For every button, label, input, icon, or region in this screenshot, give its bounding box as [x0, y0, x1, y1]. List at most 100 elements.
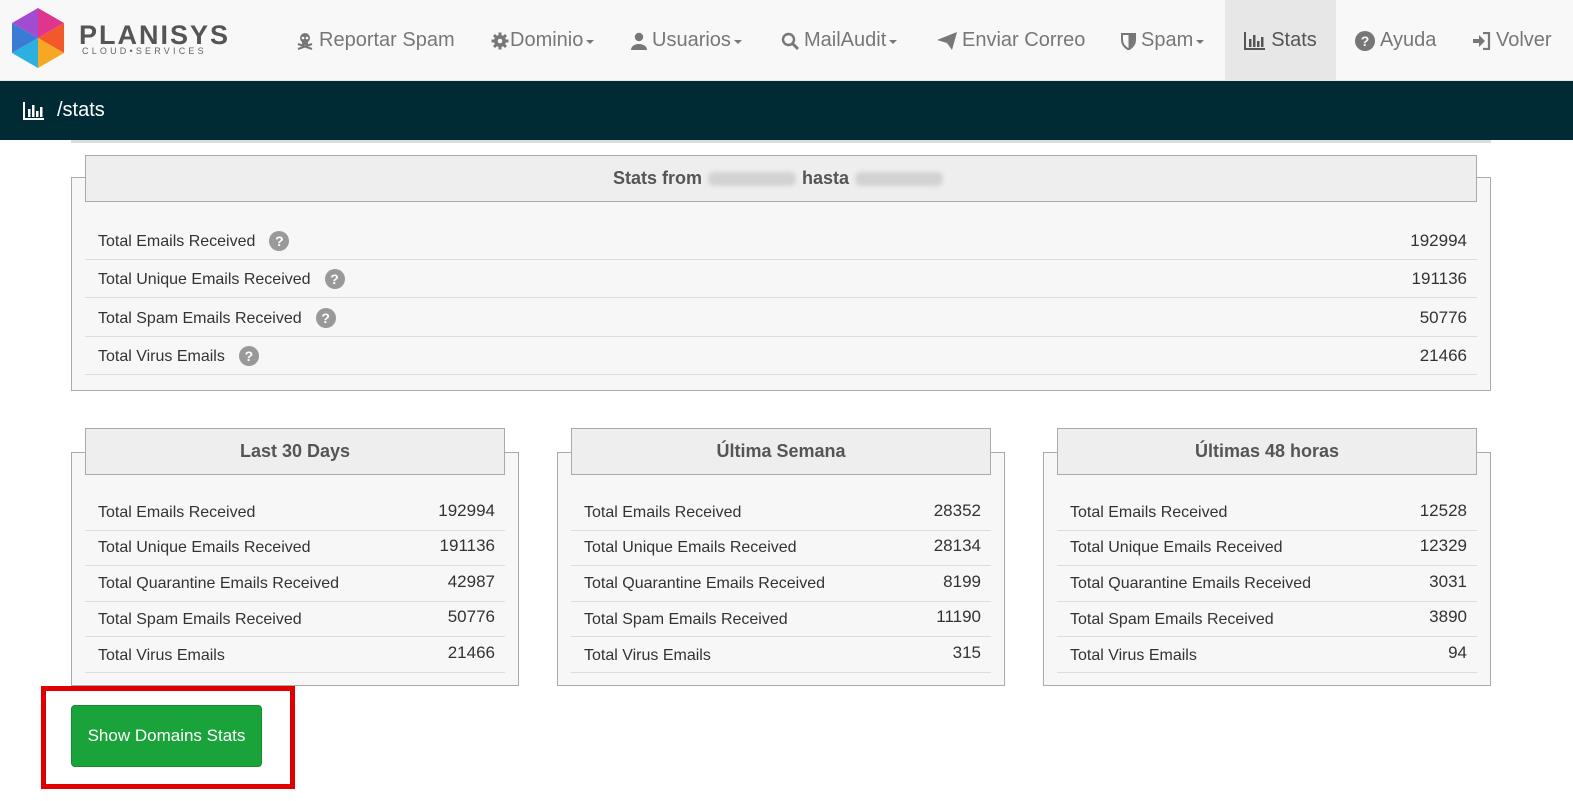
- stat-value: 192994: [1410, 231, 1467, 250]
- shield-icon: [1121, 32, 1136, 50]
- nav-spam-label: Spam: [1141, 29, 1194, 51]
- svg-text:?: ?: [1361, 33, 1370, 49]
- chevron-down-icon: [1196, 39, 1205, 44]
- stat-label: Total Spam Emails Received: [98, 611, 302, 628]
- stat-label: Total Emails Received: [98, 233, 256, 251]
- stat-value: 21466: [1419, 346, 1467, 365]
- nav-enviar-correo[interactable]: Enviar Correo: [937, 0, 1085, 81]
- stat-label: Total Virus Emails: [98, 647, 225, 664]
- stat-label: Total Spam Emails Received: [98, 310, 302, 328]
- stat-row: Total Spam Emails Received 3890: [1057, 602, 1477, 637]
- help-icon[interactable]: ?: [269, 231, 290, 251]
- user-icon: [631, 32, 647, 50]
- stat-row: Total Emails Received 12528: [1057, 495, 1477, 531]
- stat-label: Total Emails Received: [98, 504, 256, 521]
- stat-value: 3890: [1429, 607, 1467, 626]
- stat-value: 94: [1448, 643, 1467, 662]
- stat-row: Total Virus Emails 315: [571, 637, 991, 673]
- stat-row: Total Spam Emails Received? 50776: [85, 298, 1477, 337]
- stat-value: 191136: [1411, 269, 1467, 288]
- stat-value: 12329: [1419, 536, 1467, 555]
- chevron-down-icon: [733, 39, 742, 44]
- stat-row: Total Emails Received? 192994: [85, 222, 1477, 260]
- redacted-end-date: [855, 171, 944, 186]
- stat-row: Total Unique Emails Received 28134: [571, 531, 991, 566]
- stat-row: Total Unique Emails Received 191136: [85, 531, 505, 566]
- stat-row: Total Unique Emails Received 12329: [1057, 531, 1477, 566]
- nav-reportar-spam[interactable]: Reportar Spam: [296, 0, 455, 81]
- brand-tagline: CLOUD•SERVICES: [82, 46, 207, 56]
- help-icon[interactable]: ?: [315, 308, 336, 328]
- hexagon-logo-icon: [12, 8, 64, 68]
- nav-mailaudit[interactable]: MailAudit: [781, 0, 898, 81]
- nav-volver[interactable]: Volver: [1472, 0, 1552, 81]
- divider: [71, 140, 1491, 143]
- ultimas-48-horas-title: Últimas 48 horas: [1057, 428, 1477, 475]
- page-header-bar: /stats: [0, 81, 1573, 140]
- stat-value: 28352: [933, 501, 981, 520]
- stat-value: 315: [952, 643, 981, 662]
- stat-row: Total Virus Emails 94: [1057, 637, 1477, 673]
- stat-row: Total Spam Emails Received 11190: [571, 602, 991, 637]
- stat-label: Total Emails Received: [584, 504, 742, 521]
- show-domains-stats-button[interactable]: Show Domains Stats: [71, 705, 262, 767]
- stat-value: 8199: [943, 572, 981, 591]
- brand-logo[interactable]: PLANISYS CLOUD•SERVICES: [9, 6, 228, 70]
- nav-reportar-spam-label: Reportar Spam: [319, 29, 455, 51]
- skull-icon: [297, 32, 313, 50]
- title-from-text: Stats from: [612, 168, 702, 188]
- nav-enviar-correo-label: Enviar Correo: [962, 29, 1086, 51]
- last-30-days-panel: Total Emails Received 192994 Total Unique…: [71, 452, 519, 686]
- bar-chart-icon: [23, 101, 44, 120]
- redacted-start-date: [707, 171, 796, 186]
- paper-plane-icon: [937, 31, 957, 50]
- stat-value: 3031: [1429, 572, 1467, 591]
- nav-dominio[interactable]: Dominio: [491, 0, 595, 81]
- stat-label: Total Unique Emails Received: [98, 271, 311, 289]
- stat-value: 21466: [447, 643, 495, 662]
- sign-in-icon: [1473, 31, 1491, 50]
- stat-row: Total Virus Emails 21466: [85, 637, 505, 673]
- chevron-down-icon: [889, 39, 898, 44]
- ultima-semana-panel: Total Emails Received 28352 Total Unique …: [557, 452, 1005, 686]
- stat-row: Total Virus Emails? 21466: [85, 337, 1477, 375]
- overall-stats-title: Stats from hasta: [85, 155, 1477, 202]
- nav-ayuda-label: Ayuda: [1380, 29, 1437, 51]
- stat-label: Total Unique Emails Received: [98, 539, 311, 556]
- stat-value: 42987: [447, 572, 495, 591]
- nav-stats[interactable]: Stats: [1225, 0, 1336, 81]
- stat-label: Total Spam Emails Received: [584, 611, 788, 628]
- stat-value: 50776: [1419, 308, 1467, 327]
- stat-label: Total Emails Received: [1070, 504, 1228, 521]
- ultimas-48-horas-panel: Total Emails Received 12528 Total Unique …: [1043, 452, 1491, 686]
- chevron-down-icon: [586, 39, 595, 44]
- stat-value: 191136: [439, 536, 495, 555]
- nav-dominio-label: Dominio: [510, 29, 584, 51]
- overall-stats-panel: Total Emails Received? 192994 Total Uniq…: [71, 177, 1491, 391]
- nav-usuarios-label: Usuarios: [652, 29, 731, 51]
- stat-value: 50776: [447, 607, 495, 626]
- question-circle-icon: ?: [1355, 30, 1375, 51]
- stat-row: Total Quarantine Emails Received 3031: [1057, 566, 1477, 602]
- stat-label: Total Quarantine Emails Received: [584, 575, 826, 592]
- stat-row: Total Spam Emails Received 50776: [85, 602, 505, 637]
- stat-value: 12528: [1419, 501, 1467, 520]
- nav-mailaudit-label: MailAudit: [804, 29, 887, 51]
- nav-usuarios[interactable]: Usuarios: [631, 0, 742, 81]
- stat-label: Total Unique Emails Received: [584, 539, 797, 556]
- top-navbar: PLANISYS CLOUD•SERVICES Reportar Spam Do…: [0, 0, 1573, 81]
- stat-label: Total Quarantine Emails Received: [1070, 575, 1312, 592]
- gear-icon: [491, 32, 509, 49]
- stat-label: Total Virus Emails: [1070, 647, 1197, 664]
- bar-chart-icon: [1244, 31, 1266, 50]
- help-icon[interactable]: ?: [324, 269, 345, 289]
- help-icon[interactable]: ?: [238, 346, 259, 366]
- ultima-semana-title: Última Semana: [571, 428, 991, 475]
- nav-volver-label: Volver: [1496, 29, 1552, 51]
- stat-row: Total Emails Received 192994: [85, 495, 505, 531]
- stat-value: 192994: [438, 501, 495, 520]
- nav-ayuda[interactable]: ? Ayuda: [1355, 0, 1436, 81]
- nav-spam[interactable]: Spam: [1121, 0, 1205, 81]
- search-icon: [781, 32, 799, 50]
- stat-label: Total Virus Emails: [584, 647, 711, 664]
